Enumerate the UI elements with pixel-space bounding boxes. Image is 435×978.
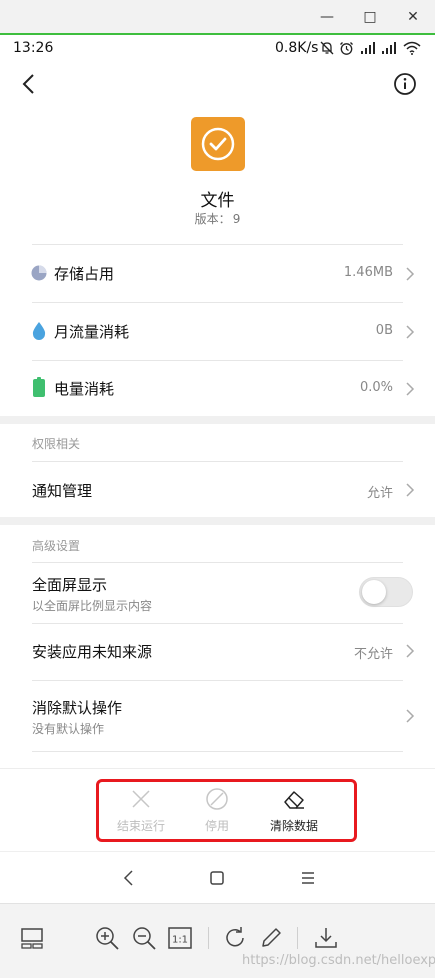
menu-lines-icon[interactable]	[298, 868, 318, 888]
alarm-icon	[340, 42, 353, 55]
screenshot-root: — □ ✕ 13:26 0.8K/s 文件 版本： 9 存储占用 1.46MB …	[0, 0, 435, 978]
row-unknown-sources-value: 不允许	[353, 647, 393, 662]
row-unknown-sources[interactable]: 安装应用未知来源 不允许	[0, 624, 435, 680]
app-version-label: 版本：	[194, 212, 231, 226]
section-gap	[0, 517, 435, 525]
status-bar: 13:26 0.8K/s	[0, 35, 435, 63]
row-data-usage[interactable]: 月流量消耗 0B	[0, 303, 435, 360]
actual-size-label: 1:1	[172, 935, 188, 946]
chevron-right-icon	[406, 709, 415, 723]
chevron-right-icon	[406, 483, 415, 497]
row-data-usage-value: 0B	[375, 323, 393, 338]
highlight-box	[96, 779, 357, 842]
window-title-bar: — □ ✕	[0, 0, 435, 34]
row-battery[interactable]: 电量消耗 0.0%	[0, 361, 435, 416]
toggle-knob	[362, 580, 386, 604]
mute-bell-icon	[320, 41, 334, 55]
chevron-right-icon	[406, 644, 415, 658]
battery-icon	[33, 377, 45, 397]
chevron-left-icon[interactable]	[18, 72, 42, 96]
edit-pencil-icon[interactable]	[258, 925, 284, 951]
app-version-number: 9	[232, 212, 241, 226]
row-unknown-sources-label: 安装应用未知来源	[32, 643, 153, 661]
row-battery-value: 0.0%	[359, 380, 393, 395]
row-clear-defaults[interactable]: 消除默认操作 没有默认操作	[0, 681, 435, 751]
zoom-out-icon[interactable]	[131, 925, 157, 951]
row-clear-defaults-sub: 没有默认操作	[32, 722, 105, 736]
divider	[32, 751, 403, 752]
thumbnail-icon[interactable]	[19, 925, 45, 951]
row-fullscreen-sub: 以全面屏比例显示内容	[32, 599, 153, 613]
pie-chart-icon	[31, 265, 47, 281]
chevron-right-icon	[406, 267, 415, 281]
row-storage[interactable]: 存储占用 1.46MB	[0, 245, 435, 302]
wifi-icon	[403, 41, 421, 55]
signal-icon	[382, 42, 396, 54]
row-notification-value: 允许	[366, 486, 393, 501]
chevron-right-icon	[406, 382, 415, 396]
maximize-button[interactable]: □	[358, 6, 382, 28]
row-fullscreen-label: 全面屏显示	[32, 576, 108, 594]
close-button[interactable]: ✕	[401, 6, 425, 28]
android-nav-bar	[0, 851, 435, 903]
app-name: 文件	[200, 191, 235, 211]
minimize-button[interactable]: —	[315, 6, 339, 28]
rotate-icon[interactable]	[222, 925, 248, 951]
toolbar-separator	[208, 927, 209, 949]
row-data-usage-label: 月流量消耗	[54, 323, 130, 341]
back-triangle-icon[interactable]	[119, 868, 139, 888]
row-clear-defaults-label: 消除默认操作	[32, 699, 123, 717]
status-net-speed: 0.8K/s	[275, 40, 319, 56]
row-notification-label: 通知管理	[32, 482, 93, 500]
row-storage-value: 1.46MB	[343, 265, 393, 280]
zoom-in-icon[interactable]	[94, 925, 120, 951]
fullscreen-toggle[interactable]	[359, 577, 413, 607]
check-circle-icon	[201, 127, 235, 161]
row-storage-label: 存储占用	[54, 265, 115, 283]
toolbar-separator	[297, 927, 298, 949]
section-title-permissions: 权限相关	[32, 437, 81, 451]
info-circle-icon[interactable]	[393, 72, 417, 96]
section-gap	[0, 416, 435, 424]
home-square-icon[interactable]	[207, 868, 227, 888]
watermark-text: https://blog.csdn.net/helloexp	[242, 953, 435, 968]
row-notification[interactable]: 通知管理 允许	[0, 462, 435, 517]
section-title-advanced: 高级设置	[32, 539, 81, 553]
water-drop-icon	[32, 322, 46, 340]
status-time: 13:26	[13, 40, 54, 56]
app-version: 版本： 9	[0, 210, 435, 227]
download-icon[interactable]	[313, 925, 339, 951]
app-icon	[191, 117, 245, 171]
signal-icon	[361, 42, 375, 54]
actual-size-icon[interactable]: 1:1	[167, 925, 193, 951]
chevron-right-icon	[406, 325, 415, 339]
row-battery-label: 电量消耗	[54, 380, 115, 398]
